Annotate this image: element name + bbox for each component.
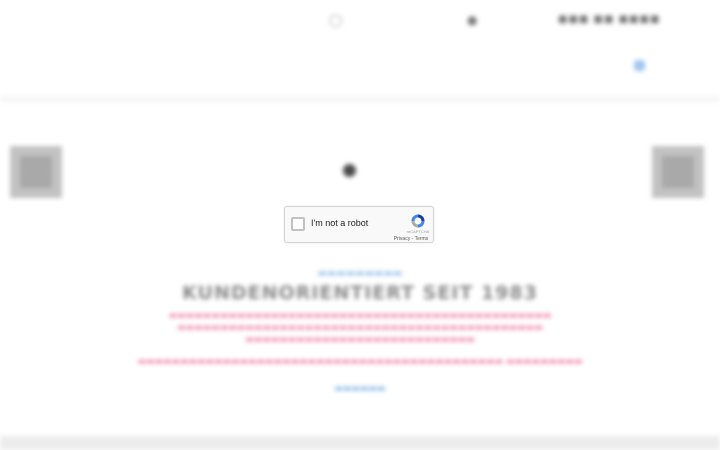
footer-strip: [0, 436, 720, 450]
cart-icon: [634, 60, 645, 71]
read-more-link: ▬▬▬▬▬▬: [334, 384, 386, 394]
privacy-link[interactable]: Privacy: [394, 236, 410, 242]
search-icon: ●: [467, 13, 478, 27]
header-shadow: [0, 92, 720, 102]
section-eyebrow: ▬▬▬▬▬▬▬▬▬: [317, 268, 403, 279]
slider-prev-image: [10, 146, 62, 198]
recaptcha-brand: reCAPTCHA: [406, 229, 430, 234]
loading-indicator: [343, 164, 356, 177]
recaptcha-checkbox-label: I'm not a robot: [311, 218, 369, 228]
slider-next-image: [652, 146, 704, 198]
second-paragraph: ▬▬▬▬▬▬▬▬▬▬▬▬▬▬▬▬▬▬▬▬▬▬▬▬▬▬▬▬▬▬▬▬▬▬▬▬▬▬▬▬…: [137, 357, 583, 367]
user-icon: ◯: [329, 13, 343, 27]
top-links: ■■■ ■■ ■■■■: [558, 14, 661, 25]
recaptcha-links: Privacy - Terms: [389, 236, 433, 242]
page-headline: KUNDENORIENTIERT SEIT 1983: [182, 282, 538, 304]
recaptcha-logo-icon: [411, 214, 425, 228]
site-header: ◯ ● ■■■ ■■ ■■■■: [0, 0, 720, 100]
terms-link[interactable]: Terms: [415, 236, 429, 242]
recaptcha-widget: I'm not a robot reCAPTCHA Privacy - Term…: [284, 206, 434, 243]
intro-paragraph: ▬▬▬▬▬▬▬▬▬▬▬▬▬▬▬▬▬▬▬▬▬▬▬▬▬▬▬▬▬▬▬▬▬▬▬▬▬▬▬▬…: [168, 311, 552, 345]
recaptcha-checkbox[interactable]: [291, 217, 305, 231]
